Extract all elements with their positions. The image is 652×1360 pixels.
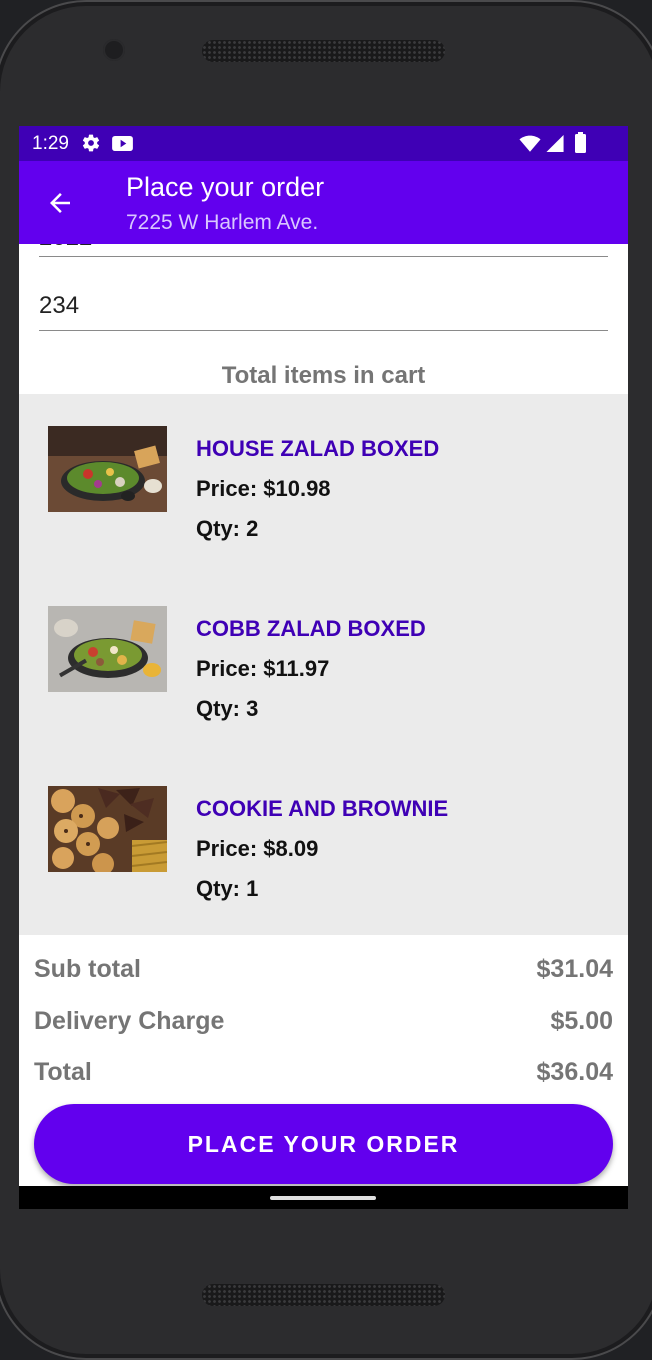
total-row: Total $36.04 <box>34 1058 613 1092</box>
page-subtitle: 7225 W Harlem Ave. <box>126 211 319 234</box>
total-label: Total <box>34 1058 92 1086</box>
back-arrow-icon[interactable] <box>45 188 75 218</box>
cart-item[interactable]: HOUSE ZALAD BOXED Price: $10.98 Qty: 2 <box>19 394 628 574</box>
screen: 1:29 Place your order 7225 W Harlem Ave.… <box>19 126 628 1209</box>
cvv-value: 234 <box>39 292 80 319</box>
subtotal-label: Sub total <box>34 955 141 983</box>
status-time: 1:29 <box>32 133 69 154</box>
item-price: Price: $8.09 <box>196 836 319 861</box>
cart-item[interactable]: COBB ZALAD BOXED Price: $11.97 Qty: 3 <box>19 574 628 754</box>
place-order-button[interactable]: PLACE YOUR ORDER <box>34 1104 613 1184</box>
cart-item[interactable]: COOKIE AND BROWNIE Price: $8.09 Qty: 1 <box>19 754 628 934</box>
order-form: 2022 234 Total items in cart <box>19 244 628 1189</box>
settings-gear-icon <box>82 134 100 152</box>
subtotal-row: Sub total $31.04 <box>34 955 613 989</box>
delivery-charge-label: Delivery Charge <box>34 1007 225 1035</box>
expiry-year-value: 2022 <box>39 244 92 252</box>
home-gesture-handle[interactable] <box>270 1196 376 1200</box>
delivery-charge-row: Delivery Charge $5.00 <box>34 1007 613 1041</box>
house-zalad-image <box>48 426 167 512</box>
cobb-zalad-image <box>48 606 167 692</box>
item-price: Price: $10.98 <box>196 476 331 501</box>
app-bar: Place your order 7225 W Harlem Ave. <box>19 161 628 244</box>
item-price: Price: $11.97 <box>196 656 330 681</box>
bottom-speaker <box>202 1284 445 1306</box>
media-player-icon <box>112 135 133 152</box>
navigation-bar <box>19 1186 628 1209</box>
cart-list: HOUSE ZALAD BOXED Price: $10.98 Qty: 2 C… <box>19 394 628 935</box>
delivery-charge-value: $5.00 <box>550 1007 613 1035</box>
item-name: COOKIE AND BROWNIE <box>196 796 449 821</box>
item-qty: Qty: 3 <box>196 696 259 721</box>
page-title: Place your order <box>126 172 325 202</box>
phone-frame: 1:29 Place your order 7225 W Harlem Ave.… <box>0 0 652 1360</box>
subtotal-value: $31.04 <box>536 955 613 983</box>
total-value: $36.04 <box>536 1058 613 1086</box>
cart-heading: Total items in cart <box>221 362 426 389</box>
item-qty: Qty: 1 <box>196 876 259 901</box>
cvv-field[interactable]: 234 <box>39 282 608 331</box>
item-name: COBB ZALAD BOXED <box>196 616 426 641</box>
status-bar: 1:29 <box>19 126 628 161</box>
expiry-year-field[interactable]: 2022 <box>39 244 608 257</box>
top-speaker <box>202 40 445 62</box>
cell-signal-icon <box>546 134 564 153</box>
item-name: HOUSE ZALAD BOXED <box>196 436 440 461</box>
cookie-brownie-image <box>48 786 167 872</box>
wifi-icon <box>519 135 541 152</box>
battery-icon <box>575 132 586 153</box>
front-camera <box>103 39 125 61</box>
item-qty: Qty: 2 <box>196 516 259 541</box>
